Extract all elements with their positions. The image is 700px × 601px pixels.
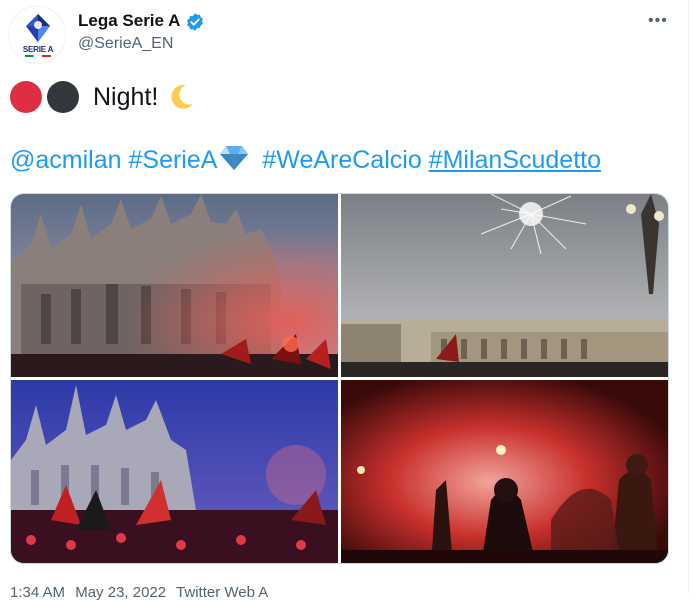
tweet-text-line-1: Night!	[10, 80, 196, 114]
black-circle-icon	[47, 81, 79, 113]
hashtag-wearecalcio[interactable]: #WeAreCalcio	[262, 146, 421, 174]
avatar-logo-text: SERIE A	[22, 45, 54, 54]
avatar-tricolor-stripe	[25, 55, 51, 57]
mention-link[interactable]: @acmilan	[10, 146, 122, 174]
red-circle-icon	[10, 81, 42, 113]
timeline-border	[688, 0, 689, 594]
photo-red-smoke-crowd[interactable]	[341, 380, 668, 563]
tweet-text: Night!	[93, 82, 159, 111]
tweet-text-line-2: @acmilan #SerieA #WeAreCalcio #MilanScud…	[10, 145, 601, 175]
serie-a-logo-icon	[26, 14, 50, 42]
avatar[interactable]: SERIE A	[8, 6, 66, 64]
tweet-source[interactable]: Twitter Web A	[176, 584, 268, 601]
photo-grid	[10, 193, 669, 564]
verified-badge-icon	[187, 13, 203, 31]
handle[interactable]: @SerieA_EN	[78, 35, 173, 53]
hashtag-milanscudetto[interactable]: #MilanScudetto	[429, 146, 601, 174]
photo-duomo-flares[interactable]	[11, 194, 338, 377]
photo-fireworks-square[interactable]	[341, 194, 668, 377]
photo-duomo-crowd-dusk[interactable]	[11, 380, 338, 563]
crescent-moon-icon	[171, 84, 194, 109]
tweet-date[interactable]: May 23, 2022	[75, 584, 166, 601]
hashtag-seriea[interactable]: #SerieA	[128, 146, 217, 174]
tweet-time[interactable]: 1:34 AM	[10, 584, 65, 601]
display-name[interactable]: Lega Serie A	[78, 11, 180, 31]
tweet-footer: 1:34 AM May 23, 2022 Twitter Web A	[10, 584, 274, 601]
tweet-card[interactable]: SERIE A Lega Serie A @SerieA_EN ••• Nigh…	[0, 0, 688, 601]
more-options-icon[interactable]: •••	[648, 12, 668, 30]
gem-stone-icon	[220, 146, 249, 170]
